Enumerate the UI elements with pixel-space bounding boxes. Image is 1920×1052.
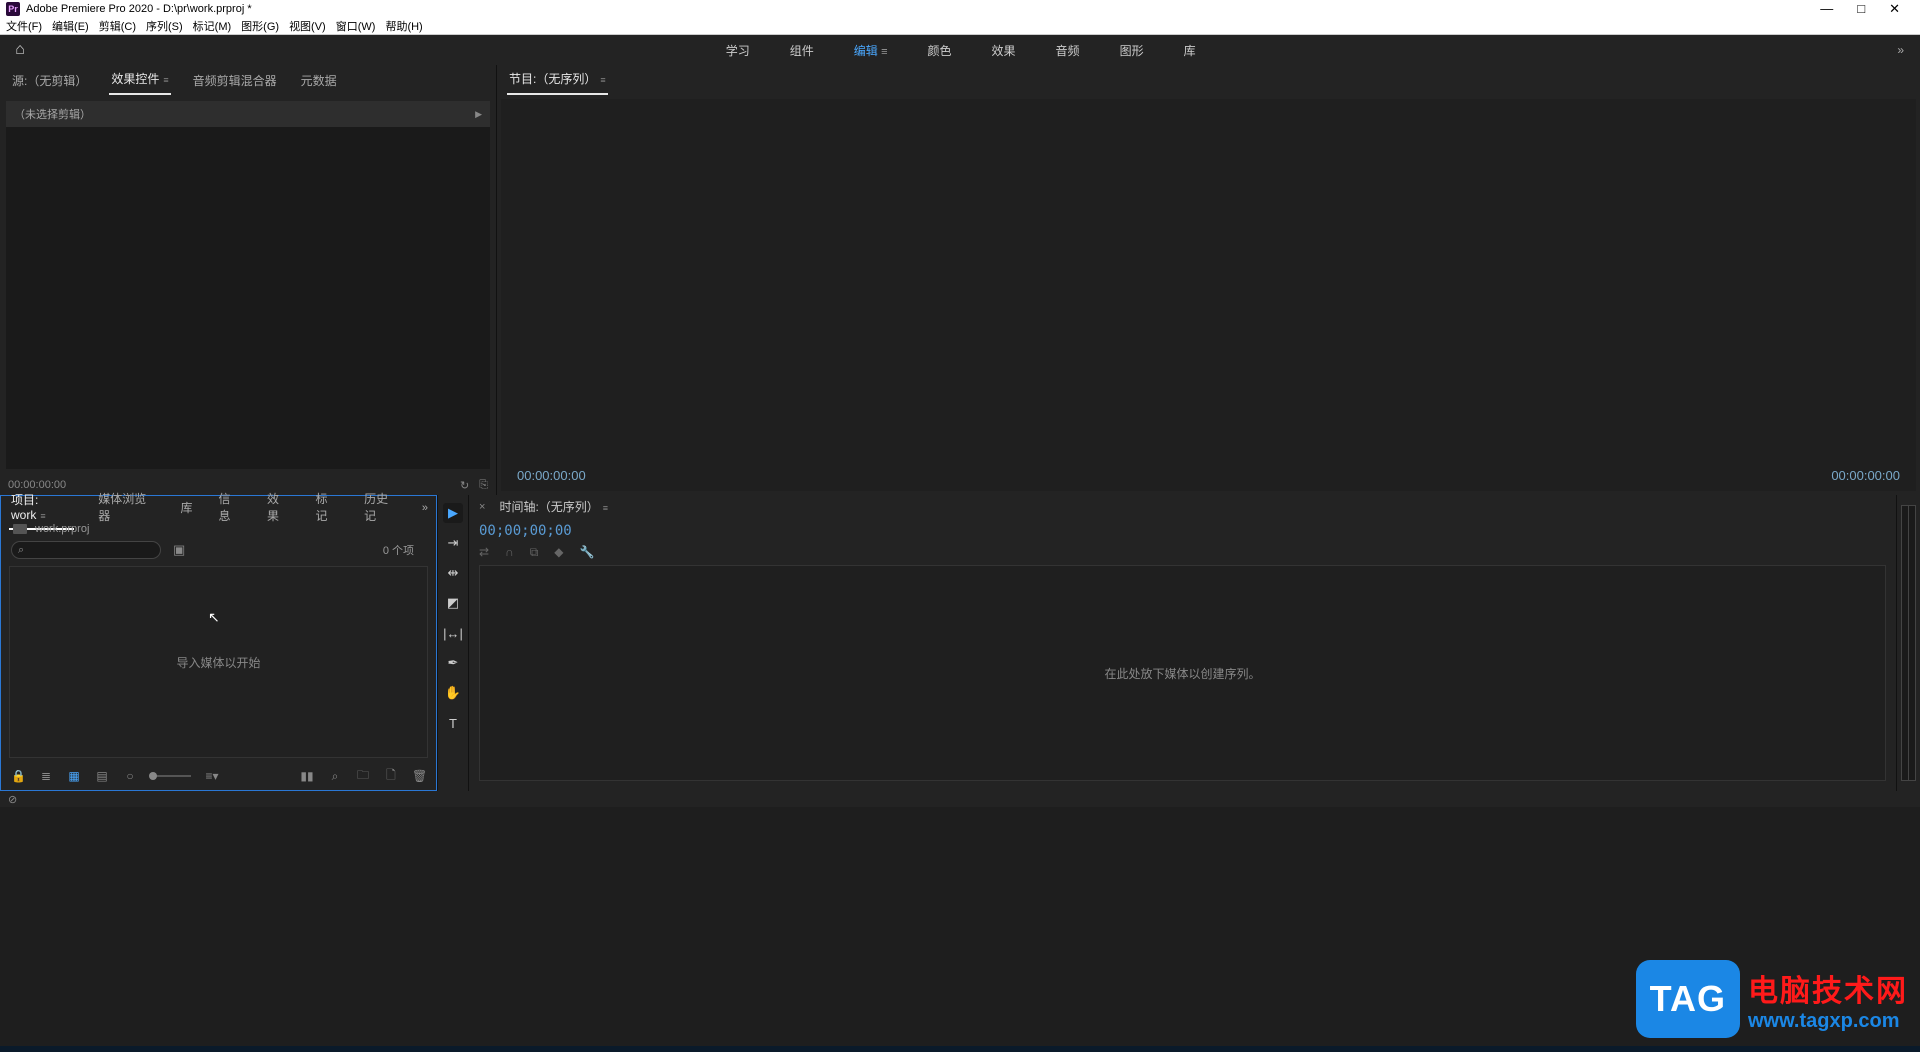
zoom-out-icon[interactable]: ○ (123, 769, 137, 783)
workspace-tab-learn[interactable]: 学习 (724, 38, 752, 63)
new-bin-icon[interactable]: ▣ (173, 542, 185, 558)
status-bar: ⊘ (0, 791, 1920, 807)
workspace-tab-libraries[interactable]: 库 (1182, 38, 1198, 63)
tab-program[interactable]: 节目:（无序列）≡ (507, 66, 608, 95)
sort-icon[interactable]: ≡▾ (205, 769, 219, 783)
menu-item[interactable]: 窗口(W) (336, 18, 376, 34)
timeline-timecode[interactable]: 00;00;00;00 (479, 523, 1886, 539)
source-panel: 源:（无剪辑） 效果控件≡ 音频剪辑混合器 元数据 （未选择剪辑） ▶ 00:0… (0, 65, 497, 495)
tab-effect-controls[interactable]: 效果控件≡ (109, 66, 170, 95)
minimize-button[interactable]: — (1820, 1, 1833, 17)
list-view-icon[interactable]: ≣ (39, 769, 53, 783)
insert-mode-icon[interactable]: ⇄ (479, 545, 489, 560)
workspace-tab-editing[interactable]: 编辑 ≡ (852, 38, 890, 63)
hand-tool[interactable]: ✋ (443, 683, 463, 703)
tab-libraries[interactable]: 库 (179, 495, 195, 522)
new-bin-button[interactable]: 🗀 (356, 766, 370, 787)
project-item-count: 0 个项 (383, 542, 426, 558)
ripple-edit-tool[interactable]: ⇹ (443, 563, 463, 583)
tools-panel: ▶ ⇥ ⇹ ◩ |↔| ✒ ✋ T (437, 495, 469, 791)
close-icon[interactable]: × (479, 501, 485, 513)
tab-metadata[interactable]: 元数据 (299, 68, 339, 95)
watermark: TAG 电脑技术网 www.tagxp.com (1636, 960, 1908, 1038)
app-icon: Pr (6, 2, 20, 16)
close-button[interactable]: ✕ (1889, 1, 1900, 17)
cursor-icon: ↖ (208, 609, 220, 626)
linked-selection-icon[interactable]: ⧉ (530, 545, 539, 560)
razor-tool[interactable]: ◩ (443, 593, 463, 613)
triangle-icon[interactable]: ▶ (475, 109, 482, 120)
settings-icon[interactable]: 🔧 (580, 545, 595, 560)
type-tool[interactable]: T (443, 713, 463, 733)
workspace-tab-audio[interactable]: 音频 (1054, 38, 1082, 63)
project-search-input[interactable]: ⌕ (11, 541, 161, 559)
menu-item[interactable]: 剪辑(C) (99, 18, 136, 34)
audio-meter (1896, 495, 1920, 791)
track-select-tool[interactable]: ⇥ (443, 533, 463, 553)
taskbar[interactable] (0, 1046, 1920, 1052)
selection-tool[interactable]: ▶ (443, 503, 463, 523)
find-icon[interactable]: ⌕ (328, 769, 342, 784)
freeform-view-icon[interactable]: ▤ (95, 769, 109, 783)
program-timecode-right: 00:00:00:00 (1831, 468, 1900, 483)
title-bar: Pr Adobe Premiere Pro 2020 - D:\pr\work.… (0, 0, 1920, 18)
menu-item[interactable]: 图形(G) (241, 18, 279, 34)
workspace-tab-effects[interactable]: 效果 (990, 38, 1018, 63)
menu-bar: 文件(F) 编辑(E) 剪辑(C) 序列(S) 标记(M) 图形(G) 视图(V… (0, 18, 1920, 35)
thumbnail-size-slider[interactable] (151, 775, 191, 777)
project-empty-label: 导入媒体以开始 (176, 654, 260, 671)
menu-item[interactable]: 编辑(E) (52, 18, 89, 34)
project-overflow-button[interactable]: » (422, 502, 428, 514)
marker-icon[interactable]: ◆ (554, 545, 563, 560)
search-icon: ⌕ (18, 544, 24, 557)
tab-source[interactable]: 源:（无剪辑） (10, 68, 89, 95)
program-viewer[interactable]: 00:00:00:00 00:00:00:00 (501, 99, 1916, 491)
icon-view-icon[interactable]: ▦ (67, 769, 81, 783)
workspace-bar: ⌂ 学习 组件 编辑 ≡ 颜色 效果 音频 图形 库 » (0, 35, 1920, 65)
project-drop-area[interactable]: ↖ 导入媒体以开始 (9, 566, 428, 758)
workspace-tab-assembly[interactable]: 组件 (788, 38, 816, 63)
menu-item[interactable]: 文件(F) (6, 18, 42, 34)
project-folder-icon (13, 524, 27, 534)
project-filename: work.prproj (35, 523, 89, 535)
workspace-overflow-button[interactable]: » (1881, 43, 1920, 57)
no-clip-label: （未选择剪辑） (14, 106, 91, 122)
automate-icon[interactable]: ▮▮ (300, 769, 314, 783)
program-monitor: 节目:（无序列）≡ 00:00:00:00 00:00:00:00 (497, 65, 1920, 495)
lock-icon[interactable]: 🔒 (11, 769, 25, 783)
tab-timeline[interactable]: 时间轴:（无序列）≡ (497, 494, 610, 521)
program-timecode-left: 00:00:00:00 (517, 468, 586, 483)
watermark-line1: 电脑技术网 (1748, 966, 1908, 1010)
export-icon[interactable]: ⎘ (479, 479, 488, 492)
window-title: Adobe Premiere Pro 2020 - D:\pr\work.prp… (26, 3, 252, 15)
new-item-button[interactable]: 🗋 (384, 766, 398, 787)
slip-tool[interactable]: |↔| (443, 623, 463, 643)
delete-button[interactable]: 🗑 (412, 769, 426, 783)
timeline-panel: × 时间轴:（无序列）≡ 00;00;00;00 ⇄ ∩ ⧉ ◆ 🔧 在此处放下… (469, 495, 1896, 791)
snap-icon[interactable]: ∩ (505, 545, 514, 560)
workspace-tab-color[interactable]: 颜色 (926, 38, 954, 63)
timeline-drop-area[interactable]: 在此处放下媒体以创建序列。 (479, 565, 1886, 781)
effect-controls-header: （未选择剪辑） ▶ (6, 101, 490, 127)
home-button[interactable]: ⌂ (0, 35, 40, 65)
loop-icon[interactable]: ↻ (460, 479, 469, 492)
pen-tool[interactable]: ✒ (443, 653, 463, 673)
effect-controls-body (6, 127, 490, 469)
menu-item[interactable]: 视图(V) (289, 18, 326, 34)
project-panel: 项目: work≡ 媒体浏览器 库 信息 效果 标记 历史记 » work.pr… (0, 495, 437, 791)
workspace-tab-graphics[interactable]: 图形 (1118, 38, 1146, 63)
maximize-button[interactable]: □ (1857, 1, 1865, 17)
watermark-line2: www.tagxp.com (1748, 1010, 1908, 1033)
watermark-tag: TAG (1636, 960, 1740, 1038)
menu-item[interactable]: 序列(S) (146, 18, 183, 34)
tab-audio-clip-mixer[interactable]: 音频剪辑混合器 (191, 68, 279, 95)
menu-item[interactable]: 帮助(H) (385, 18, 422, 34)
status-icon: ⊘ (8, 793, 17, 806)
timeline-empty-label: 在此处放下媒体以创建序列。 (1104, 665, 1260, 682)
menu-item[interactable]: 标记(M) (193, 18, 232, 34)
